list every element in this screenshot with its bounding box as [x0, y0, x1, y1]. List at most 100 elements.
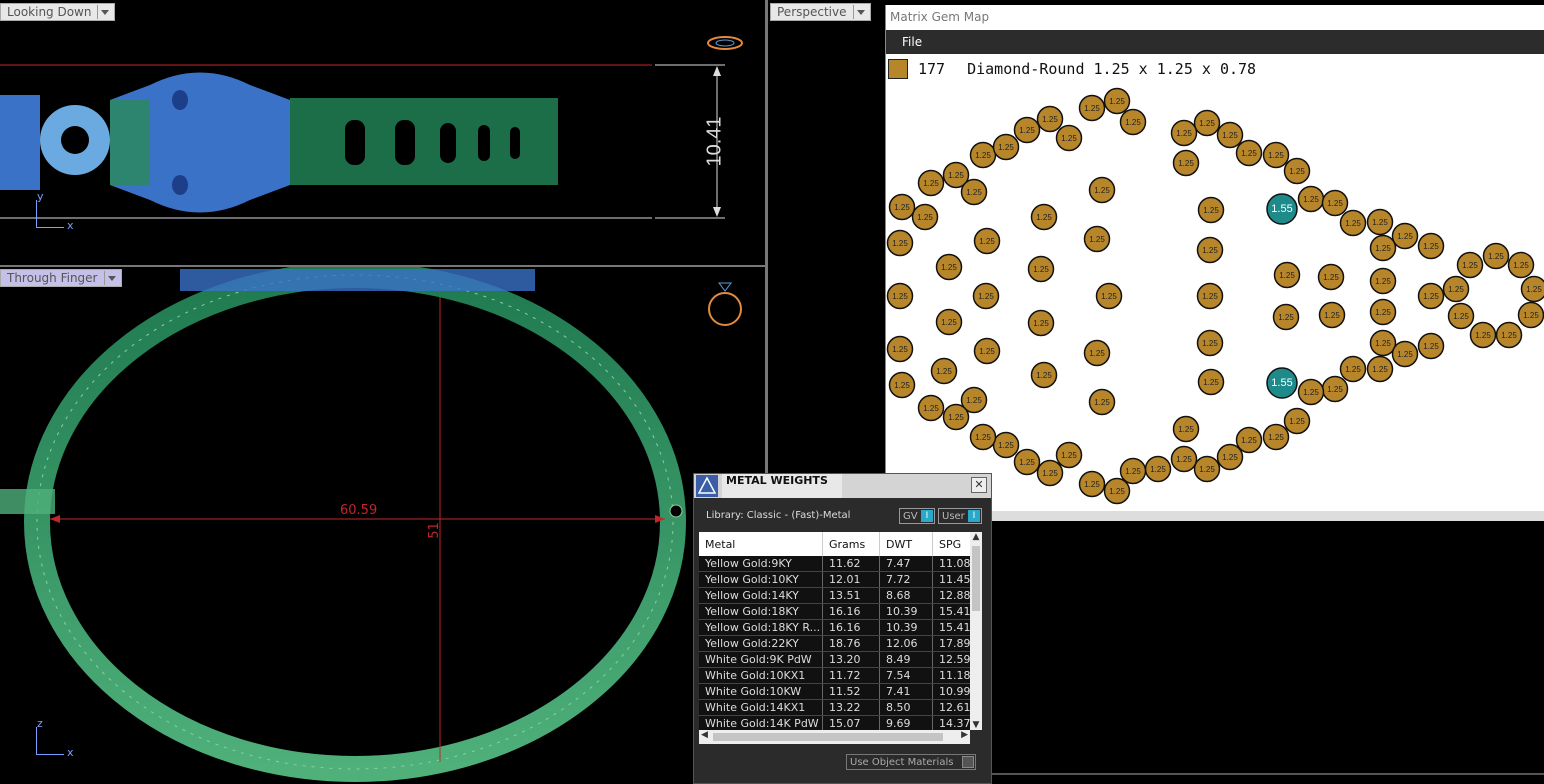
viewport-looking-down[interactable]: Looking Down 10.41 y x [0, 0, 767, 267]
gem-circle[interactable]: 1.25 [935, 253, 963, 281]
gem-circle[interactable]: 1.25 [1262, 423, 1290, 451]
gem-circle[interactable]: 1.25 [1391, 340, 1419, 368]
toggle-switch-icon[interactable] [962, 756, 974, 768]
scroll-left-icon[interactable]: ◀ [701, 730, 708, 740]
gem-circle[interactable]: 1.25 [960, 178, 988, 206]
gem-circle[interactable]: 1.25 [1119, 108, 1147, 136]
table-row[interactable]: White Gold:10KX1 11.72 7.54 11.18 [699, 667, 970, 684]
gem-circle[interactable]: 1.25 [1317, 263, 1345, 291]
gem-circle[interactable]: 1.25 [1318, 301, 1346, 329]
gem-circle[interactable]: 1.25 [973, 227, 1001, 255]
gem-circle[interactable]: 1.25 [1283, 407, 1311, 435]
table-row[interactable]: White Gold:9K PdW 13.20 8.49 12.59 [699, 651, 970, 668]
gem-circle[interactable]: 1.25 [1273, 261, 1301, 289]
gem-circle[interactable]: 1.25 [1103, 477, 1131, 505]
gem-circle[interactable]: 1.25 [1216, 121, 1244, 149]
scroll-down-icon[interactable]: ▼ [970, 720, 982, 730]
gem-circle[interactable]: 1.25 [992, 133, 1020, 161]
gem-circle[interactable]: 1.25 [1283, 157, 1311, 185]
gv-toggle[interactable]: GV I [899, 508, 935, 524]
gem-circle[interactable]: 1.25 [1172, 415, 1200, 443]
scroll-thumb[interactable] [972, 546, 980, 611]
gem-circle[interactable]: 1.25 [1196, 236, 1224, 264]
gem-map-window[interactable]: Matrix Gem Map File 177 Diamond-Round 1.… [885, 5, 1544, 521]
gem-circle[interactable]: 1.25 [942, 403, 970, 431]
gem-circle[interactable]: 1.25 [1193, 109, 1221, 137]
viewport-label-perspective[interactable]: Perspective [770, 3, 871, 21]
table-row[interactable]: Yellow Gold:22KY 18.76 12.06 17.89 [699, 635, 970, 652]
toggle-switch-icon[interactable]: I [968, 510, 980, 522]
gem-circle[interactable]: 1.25 [1078, 470, 1106, 498]
gem-circle[interactable]: 1.25 [886, 335, 914, 363]
gem-circle[interactable]: 1.25 [1391, 222, 1419, 250]
table-row[interactable]: White Gold:14KX1 13.22 8.50 12.61 [699, 699, 970, 716]
viewport-label-through-finger[interactable]: Through Finger [0, 269, 122, 287]
gem-circle[interactable]: 1.25 [1013, 448, 1041, 476]
chevron-down-icon[interactable] [97, 5, 110, 19]
viewport-through-finger[interactable]: Through Finger 60.59 51 z x [0, 267, 767, 784]
gem-circle[interactable]: 1.25 [1088, 388, 1116, 416]
gem-circle[interactable]: 1.25 [886, 229, 914, 257]
gem-circle[interactable]: 1.25 [1197, 196, 1225, 224]
gem-map-canvas[interactable]: 1.25 1.25 1.25 1.25 1.25 1.25 1.25 1.25 1.25 1.25… [886, 84, 1544, 534]
gem-circle[interactable]: 1.25 [1321, 189, 1349, 217]
gem-circle[interactable]: 1.25 [911, 203, 939, 231]
gem-circle[interactable]: 1.25 [969, 141, 997, 169]
gem-circle[interactable]: 1.25 [1170, 119, 1198, 147]
viewport-label-looking-down[interactable]: Looking Down [0, 3, 116, 21]
gem-circle[interactable]: 1.25 [1495, 321, 1523, 349]
gem-circle[interactable]: 1.25 [1517, 301, 1544, 329]
gem-circle[interactable]: 1.25 [1366, 355, 1394, 383]
chevron-down-icon[interactable] [103, 271, 117, 285]
metal-weights-header[interactable]: METAL WEIGHTS ✕ [694, 474, 991, 498]
gem-circle[interactable]: 1.25 [1095, 282, 1123, 310]
gem-circle[interactable]: 1.25 [1030, 203, 1058, 231]
gem-circle[interactable]: 1.25 [1339, 355, 1367, 383]
scroll-right-icon[interactable]: ▶ [961, 730, 968, 740]
metal-weights-panel[interactable]: METAL WEIGHTS ✕ Library: Classic - (Fast… [693, 473, 992, 784]
table-row[interactable]: White Gold:10KW 11.52 7.41 10.99 [699, 683, 970, 700]
table-row[interactable]: Yellow Gold:10KY 12.01 7.72 11.45 [699, 571, 970, 588]
gem-circle[interactable]: 1.25 [1078, 94, 1106, 122]
column-header[interactable]: SPG [932, 532, 970, 556]
gem-circle[interactable]: 1.25 [1013, 116, 1041, 144]
gem-circle[interactable]: 1.25 [1036, 105, 1064, 133]
gem-circle[interactable]: 1.25 [1321, 375, 1349, 403]
gem-circle[interactable]: 1.25 [1172, 149, 1200, 177]
table-row[interactable]: Yellow Gold:14KY 13.51 8.68 12.88 [699, 587, 970, 604]
gem-circle[interactable]: 1.25 [1144, 455, 1172, 483]
gem-circle[interactable]: 1.25 [1520, 275, 1544, 303]
gem-color-swatch[interactable] [888, 59, 908, 79]
gem-circle[interactable]: 1.25 [917, 394, 945, 422]
gem-circle[interactable]: 1.25 [1197, 368, 1225, 396]
gem-circle[interactable]: 1.25 [1027, 309, 1055, 337]
gem-circle[interactable]: 1.55 [1266, 367, 1298, 399]
column-header[interactable]: DWT [879, 532, 933, 556]
gem-circle[interactable]: 1.25 [1027, 255, 1055, 283]
gem-circle[interactable]: 1.25 [1456, 251, 1484, 279]
gem-circle[interactable]: 1.25 [1235, 139, 1263, 167]
gem-circle[interactable]: 1.25 [1369, 234, 1397, 262]
gem-circle[interactable]: 1.25 [1196, 282, 1224, 310]
chevron-down-icon[interactable] [852, 5, 866, 19]
gem-circle[interactable]: 1.25 [969, 423, 997, 451]
gem-circle[interactable]: 1.25 [1216, 443, 1244, 471]
gem-circle[interactable]: 1.25 [972, 282, 1000, 310]
gem-circle[interactable]: 1.25 [1170, 445, 1198, 473]
gem-circle[interactable]: 1.25 [1417, 332, 1445, 360]
vertical-scrollbar[interactable]: ▲ ▼ [970, 532, 982, 730]
gem-circle[interactable]: 1.25 [1262, 141, 1290, 169]
gem-circle[interactable]: 1.25 [1369, 329, 1397, 357]
gem-circle[interactable]: 1.25 [1103, 87, 1131, 115]
gem-circle[interactable]: 1.25 [1417, 232, 1445, 260]
gem-circle[interactable]: 1.25 [1297, 185, 1325, 213]
gem-circle[interactable]: 1.25 [888, 371, 916, 399]
table-row[interactable]: Yellow Gold:18KY 16.16 10.39 15.41 [699, 603, 970, 620]
toggle-switch-icon[interactable]: I [921, 510, 933, 522]
gem-circle[interactable]: 1.25 [1272, 303, 1300, 331]
gem-circle[interactable]: 1.25 [1119, 457, 1147, 485]
gem-circle[interactable]: 1.25 [1507, 251, 1535, 279]
gem-circle[interactable]: 1.25 [1339, 209, 1367, 237]
horizontal-scrollbar[interactable]: ◀ ▶ [699, 730, 970, 744]
gem-circle[interactable]: 1.25 [1447, 302, 1475, 330]
